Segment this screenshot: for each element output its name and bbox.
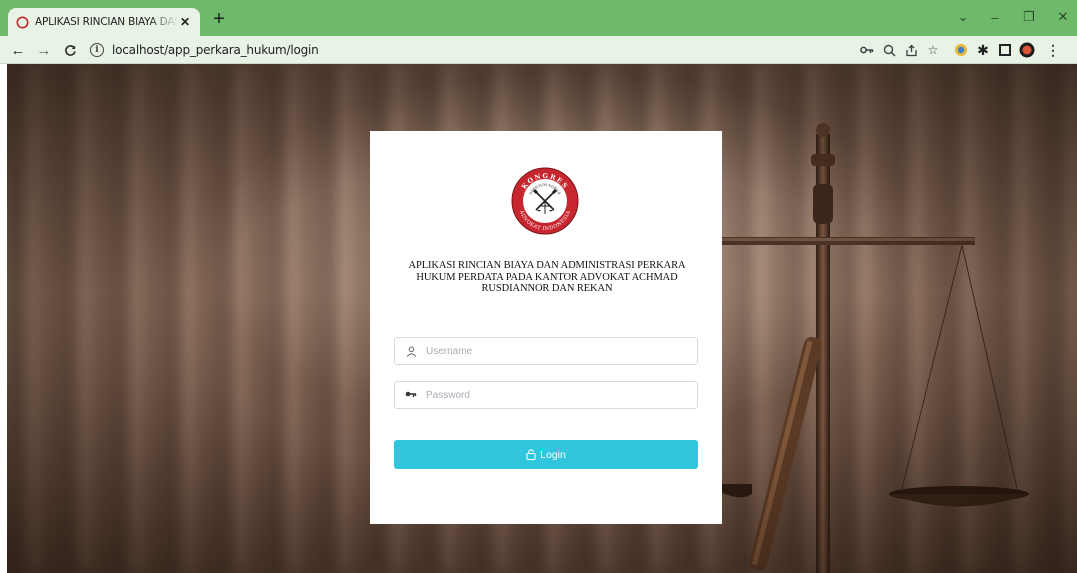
username-field[interactable] [394, 337, 698, 365]
minimize-icon[interactable]: – [978, 6, 1012, 28]
extension-icon[interactable] [952, 41, 970, 59]
lock-icon [526, 449, 536, 460]
key-icon[interactable] [858, 41, 876, 59]
back-icon[interactable]: ← [8, 40, 28, 60]
login-button-label: Login [540, 448, 566, 461]
profile-icon[interactable] [1018, 41, 1036, 59]
share-icon[interactable] [902, 41, 920, 59]
browser-tab-active[interactable]: APLIKASI RINCIAN BIAYA DAN ADMINISTRASI … [8, 8, 200, 36]
browser-toolbar: ← → i localhost/app_perkara_hukum/login … [0, 36, 1077, 64]
url-text: localhost/app_perkara_hukum/login [112, 43, 319, 57]
reload-icon[interactable] [60, 40, 80, 60]
tab-close-icon[interactable]: ✕ [178, 15, 192, 29]
kai-logo: KONGRES ADVOKAT INDONESIA OFFICIUM NOBIL… [511, 167, 579, 235]
forward-icon[interactable]: → [34, 40, 54, 60]
tab-search-chevron-icon[interactable]: ⌄ [946, 6, 980, 28]
password-field[interactable] [394, 381, 698, 409]
puzzle-icon[interactable]: ✱ [974, 41, 992, 59]
browser-tab-bar: APLIKASI RINCIAN BIAYA DAN ADMINISTRASI … [0, 0, 1077, 36]
address-bar[interactable]: i localhost/app_perkara_hukum/login [90, 39, 610, 61]
login-button[interactable]: Login [394, 440, 698, 469]
star-icon[interactable]: ☆ [924, 41, 942, 59]
restore-icon[interactable]: ❐ [1012, 6, 1046, 28]
user-icon [404, 344, 418, 358]
username-input[interactable] [426, 345, 686, 357]
site-info-icon[interactable]: i [90, 43, 104, 57]
zoom-icon[interactable] [880, 41, 898, 59]
sidepanel-icon[interactable] [996, 41, 1014, 59]
password-input[interactable] [426, 389, 686, 401]
tab-title: APLIKASI RINCIAN BIAYA DAN ADMINISTRASI [35, 16, 178, 28]
new-tab-button[interactable]: + [208, 9, 230, 31]
close-window-icon[interactable]: ✕ [1046, 6, 1077, 28]
app-title: APLIKASI RINCIAN BIAYA DAN ADMINISTRASI … [408, 260, 686, 294]
login-card: KONGRES ADVOKAT INDONESIA OFFICIUM NOBIL… [370, 131, 722, 524]
key-icon [404, 388, 418, 402]
menu-icon[interactable]: ⋮ [1044, 41, 1062, 59]
favicon-icon [16, 16, 29, 29]
